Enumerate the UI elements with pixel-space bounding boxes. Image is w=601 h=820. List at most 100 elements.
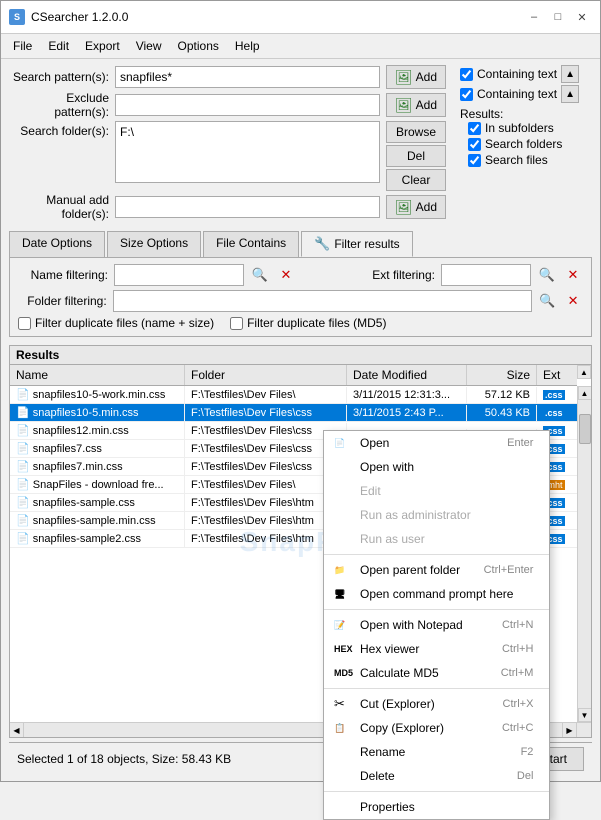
file-type-icon: 📄 [16,443,30,455]
cell-size: 50.43 KB [467,405,537,421]
add-manual-button[interactable]: 🖼 Add [386,195,446,219]
menu-file[interactable]: File [5,36,40,56]
ext-search-button[interactable]: 🔍 [537,265,557,285]
cell-ext: .css [537,405,577,421]
minimize-button[interactable]: – [524,7,544,27]
ctx-label: Calculate MD5 [360,666,439,680]
scrollbar-down[interactable]: ▼ [578,708,592,722]
manual-add-row: Manual add folder(s): 🖼 Add [9,193,446,221]
context-menu-item[interactable]: 📄OpenEnter [324,431,549,455]
col-header-date[interactable]: Date Modified [347,365,467,385]
menu-options[interactable]: Options [170,36,227,56]
manual-add-input[interactable] [115,196,380,218]
containing-text-arr1[interactable]: ▲ [561,65,579,83]
exclude-pattern-input[interactable] [115,94,380,116]
containing-text-checkbox2[interactable] [460,88,473,101]
add-icon: 🖼 [395,69,413,86]
vertical-scrollbar[interactable]: ▲ ▼ [577,386,591,722]
menu-edit[interactable]: Edit [40,36,77,56]
context-menu-item: Run as user [324,527,549,551]
folder-area: F:\ Browse Del Clear [115,121,446,191]
search-pattern-input[interactable] [115,66,380,88]
name-filter-label: Name filtering: [18,268,108,282]
add-exclude-pattern-button[interactable]: 🖼 Add [386,93,446,117]
ctx-text-icon: 📁 [334,565,345,576]
tab-filter-results[interactable]: 🔧 Filter results [301,231,413,257]
context-menu-item[interactable]: ✂Cut (Explorer)Ctrl+X [324,692,549,716]
context-menu-item[interactable]: DeleteDel [324,764,549,788]
file-type-icon: 📄 [16,497,30,509]
name-filter-input[interactable] [114,264,244,286]
name-ext-row: Name filtering: 🔍 ✕ Ext filtering: 🔍 ✕ [18,264,583,286]
browse-button[interactable]: Browse [386,121,446,143]
filter-icon: 🔧 [314,236,330,252]
ext-clear-button[interactable]: ✕ [563,265,583,285]
close-button[interactable]: ✕ [572,7,592,27]
del-button[interactable]: Del [386,145,446,167]
containing-text-checkbox1[interactable] [460,68,473,81]
window-title: CSearcher 1.2.0.0 [31,10,128,24]
containing-text-arr2[interactable]: ▲ [561,85,579,103]
table-row[interactable]: 📄 snapfiles10-5.min.css F:\Testfiles\Dev… [10,404,577,422]
cell-name: 📄 snapfiles-sample2.css [10,530,185,547]
context-menu-item[interactable]: 📋Copy (Explorer)Ctrl+C [324,716,549,740]
dup-md5-label: Filter duplicate files (MD5) [247,316,386,330]
folder-search-button[interactable]: 🔍 [538,291,558,311]
context-menu-item[interactable]: HEXHex viewerCtrl+H [324,637,549,661]
file-type-icon: 📄 [16,425,30,437]
scrollbar-up[interactable]: ▲ [578,386,592,400]
dup-md5-checkbox[interactable] [230,317,243,330]
ext-filter-input[interactable] [441,264,531,286]
containing-text-row1: Containing text ▲ [460,65,592,83]
main-window: S CSearcher 1.2.0.0 – □ ✕ File Edit Expo… [0,0,601,782]
col-header-name[interactable]: Name [10,365,185,385]
exclude-pattern-label: Exclude pattern(s): [9,91,109,119]
ctx-shortcut: Ctrl+M [501,667,534,679]
tab-size-options[interactable]: Size Options [107,231,201,257]
clear-button[interactable]: Clear [386,169,446,191]
ctx-shortcut: Ctrl+Enter [484,564,534,576]
menu-help[interactable]: Help [227,36,268,56]
name-clear-button[interactable]: ✕ [276,265,296,285]
context-menu-item[interactable]: MD5Calculate MD5Ctrl+M [324,661,549,685]
context-menu-separator [324,791,549,792]
menu-view[interactable]: View [128,36,170,56]
context-menu-item[interactable]: Open with [324,455,549,479]
ctx-shortcut: Ctrl+C [502,722,533,734]
col-header-ext[interactable]: Ext [537,365,577,385]
maximize-button[interactable]: □ [548,7,568,27]
search-folders-checkbox[interactable] [468,138,481,151]
tab-date-options[interactable]: Date Options [9,231,105,257]
folder-clear-button[interactable]: ✕ [563,291,583,311]
context-menu-item[interactable]: RenameF2 [324,740,549,764]
in-subfolders-checkbox[interactable] [468,122,481,135]
scroll-up-arrow[interactable]: ▲ [577,365,591,379]
menu-export[interactable]: Export [77,36,128,56]
cell-date: 3/11/2015 12:31:3... [347,387,467,403]
folder-filter-input[interactable] [113,290,532,312]
h-scroll-right[interactable]: ▶ [562,723,576,737]
context-menu-item[interactable]: 📝Open with NotepadCtrl+N [324,613,549,637]
tabs-bar: Date Options Size Options File Contains … [9,231,592,258]
ctx-shortcut: F2 [521,746,534,758]
context-menu-item[interactable]: 📁 Open parent folder Ctrl+Enter [324,558,549,582]
context-menu-item[interactable]: 🖥Open command prompt here [324,582,549,606]
table-row[interactable]: 📄 snapfiles10-5-work.min.css F:\Testfile… [10,386,577,404]
add-search-pattern-button[interactable]: 🖼 Add [386,65,446,89]
scrollbar-thumb[interactable] [579,414,591,444]
name-search-button[interactable]: 🔍 [250,265,270,285]
col-header-folder[interactable]: Folder [185,365,347,385]
ctx-text-icon: HEX [334,644,353,654]
ext-badge: .css [543,408,565,418]
right-panel: Containing text ▲ Containing text ▲ Resu… [452,65,592,223]
search-files-checkbox[interactable] [468,154,481,167]
tab-file-contains[interactable]: File Contains [203,231,299,257]
ctx-label: Edit [360,484,381,498]
folder-list[interactable]: F:\ [115,121,380,183]
h-scroll-left[interactable]: ◀ [10,723,24,737]
ctx-label: Open parent folder [360,563,460,577]
context-menu-item[interactable]: Properties [324,795,549,819]
dup-name-size-checkbox[interactable] [18,317,31,330]
col-header-size[interactable]: Size [467,365,537,385]
manual-add-label: Manual add folder(s): [9,193,109,221]
